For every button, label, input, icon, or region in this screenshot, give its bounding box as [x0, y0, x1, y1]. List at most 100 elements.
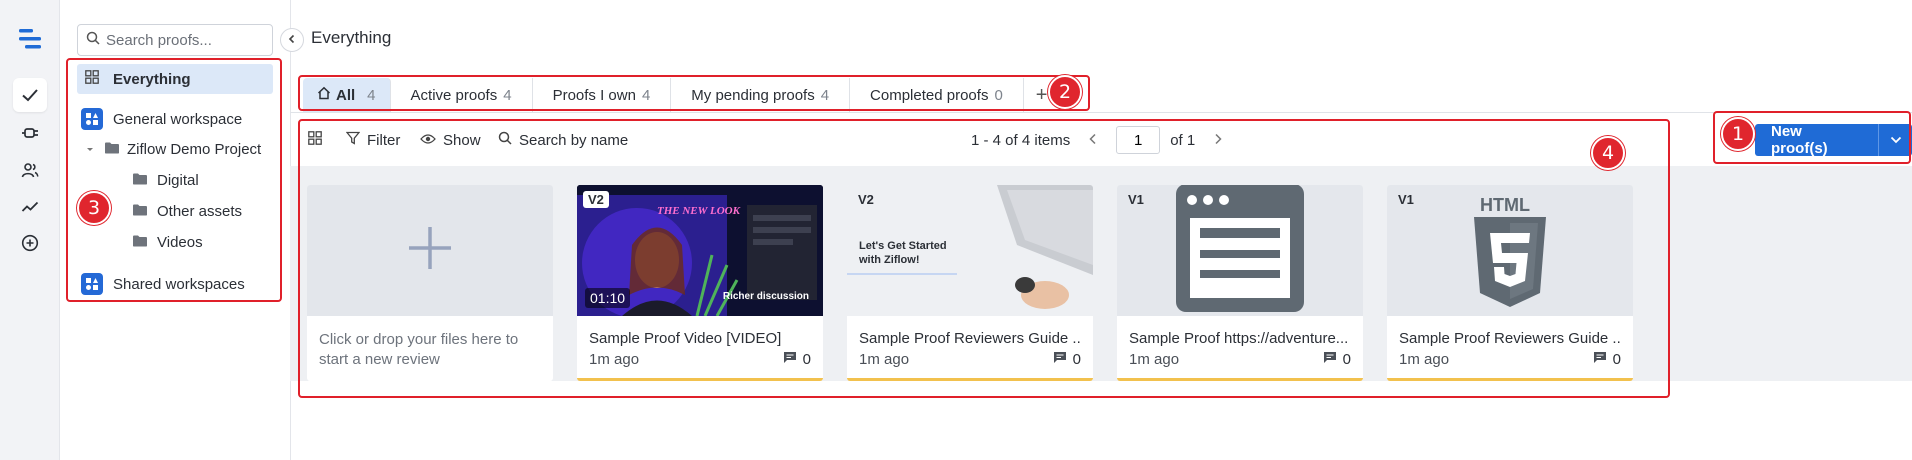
- upload-drop-zone[interactable]: Click or drop your files here to start a…: [307, 185, 553, 381]
- proof-thumbnail: V2 Let's Get Started with Ziflow!: [847, 185, 1093, 316]
- sidebar-item-project[interactable]: Ziflow Demo Project: [85, 141, 261, 158]
- annotation-marker-1: 1: [1721, 117, 1755, 151]
- sidebar-item-general-workspace[interactable]: General workspace: [81, 108, 242, 130]
- chevron-left-icon: [287, 31, 297, 49]
- tab-label: My pending proofs: [691, 86, 815, 104]
- view-toggle-button[interactable]: [308, 124, 322, 156]
- check-icon[interactable]: [13, 78, 47, 112]
- sidebar-item-label: Ziflow Demo Project: [127, 141, 262, 158]
- plug-icon[interactable]: [13, 116, 47, 150]
- chevron-down-icon[interactable]: [85, 141, 95, 158]
- html-label: HTML: [1480, 195, 1530, 215]
- new-proof-dropdown-button[interactable]: [1878, 124, 1912, 156]
- folder-icon: [133, 203, 147, 220]
- sidebar-item-label: Shared workspaces: [113, 275, 245, 293]
- tab-count: 4: [820, 86, 830, 104]
- tab-count: 0: [994, 86, 1003, 104]
- comment-number: 0: [1072, 351, 1081, 368]
- sidebar-item-label: Other assets: [157, 203, 243, 220]
- proof-thumbnail: V2 THE NEW LOOK 01:10 Richer discussion: [577, 185, 823, 316]
- html5-icon: [1474, 217, 1546, 312]
- logo-icon[interactable]: [13, 22, 47, 56]
- proof-thumbnail: V1: [1117, 185, 1363, 316]
- folder-icon: [133, 234, 147, 251]
- tab-my-pending-proofs[interactable]: My pending proofs 4: [671, 78, 851, 112]
- sidebar-item-shared-workspaces[interactable]: Shared workspaces: [81, 273, 245, 295]
- folder-icon: [133, 172, 147, 189]
- comment-number: 0: [1342, 351, 1351, 368]
- page-total: of 1: [1170, 131, 1196, 149]
- comment-count[interactable]: 0: [1593, 351, 1621, 368]
- next-page-icon[interactable]: [1213, 132, 1223, 149]
- grid-icon: [85, 70, 99, 88]
- version-badge: V2: [858, 192, 874, 207]
- proof-card[interactable]: HTML V1 Sample Proof Reviewers Guide ...…: [1387, 185, 1633, 381]
- upload-thumb: [307, 185, 553, 316]
- thumb-headline: THE NEW LOOK: [657, 205, 740, 217]
- sidebar: Everything General workspace Ziflow Demo…: [61, 0, 291, 460]
- users-icon[interactable]: [13, 153, 47, 187]
- status-bar: [1387, 378, 1633, 381]
- comment-icon: [783, 351, 797, 368]
- tab-label: Proofs I own: [552, 86, 636, 104]
- prev-page-icon[interactable]: [1088, 132, 1098, 149]
- proof-name[interactable]: Sample Proof Reviewers Guide ...: [1399, 330, 1621, 347]
- search-box[interactable]: [77, 24, 273, 56]
- page-title: Everything: [311, 28, 392, 47]
- sidebar-item-other-assets[interactable]: Other assets: [133, 203, 242, 220]
- website-icon: [1176, 185, 1304, 316]
- left-rail: [0, 0, 60, 460]
- show-button[interactable]: Show: [420, 124, 481, 156]
- chevron-down-icon: [1890, 131, 1902, 149]
- search-input[interactable]: [106, 31, 266, 49]
- tab-count: 4: [641, 86, 651, 104]
- proof-card[interactable]: V2 THE NEW LOOK 01:10 Richer discussion …: [577, 185, 823, 381]
- sidebar-item-digital[interactable]: Digital: [133, 172, 199, 189]
- collapse-sidebar-button[interactable]: [280, 28, 304, 52]
- proof-name[interactable]: Sample Proof Video [VIDEO]: [589, 330, 811, 347]
- comment-count[interactable]: 0: [1053, 351, 1081, 368]
- new-proof-button[interactable]: New proof(s): [1755, 123, 1879, 157]
- proof-name[interactable]: Sample Proof https://adventure...: [1129, 330, 1351, 347]
- sidebar-item-label: General workspace: [113, 110, 243, 128]
- tab-all[interactable]: All 4: [303, 78, 391, 112]
- comment-icon: [1593, 351, 1607, 368]
- new-proof-button-group: New proof(s): [1755, 123, 1912, 157]
- sidebar-item-everything[interactable]: Everything: [77, 64, 273, 94]
- comment-number: 0: [802, 351, 811, 368]
- tabs-divider: [290, 112, 1912, 113]
- upload-hint: Click or drop your files here to start a…: [319, 331, 519, 368]
- sidebar-item-videos[interactable]: Videos: [133, 234, 203, 251]
- sidebar-item-label: Digital: [157, 172, 199, 189]
- thumb-text: Let's Get Started with Ziflow!: [859, 240, 947, 266]
- toolbar: Filter Show Search by name 1 - 4 of 4 it…: [303, 124, 1663, 156]
- item-range: 1 - 4 of 4 items: [971, 131, 1071, 149]
- add-circle-icon[interactable]: [13, 226, 47, 260]
- pagination: 1 - 4 of 4 items of 1: [971, 124, 1223, 156]
- tab-bar: All 4 Active proofs 4 Proofs I own 4 My pe…: [303, 78, 1059, 112]
- filter-button[interactable]: Filter: [345, 124, 400, 156]
- proof-name[interactable]: Sample Proof Reviewers Guide ...: [859, 330, 1081, 347]
- sidebar-item-label: Videos: [157, 234, 203, 251]
- proof-thumbnail: HTML V1: [1387, 185, 1633, 316]
- comment-count[interactable]: 0: [783, 351, 811, 368]
- plus-icon: [407, 225, 453, 276]
- home-icon: [317, 86, 331, 104]
- tab-completed-proofs[interactable]: Completed proofs 0: [850, 78, 1024, 112]
- search-by-name[interactable]: Search by name: [498, 124, 628, 156]
- activity-icon[interactable]: [13, 190, 47, 224]
- tab-active-proofs[interactable]: Active proofs 4: [391, 78, 533, 112]
- comment-icon: [1323, 351, 1337, 368]
- plus-icon: +: [1035, 83, 1048, 106]
- status-bar: [577, 378, 823, 381]
- tab-label: All: [336, 86, 356, 104]
- tab-proofs-i-own[interactable]: Proofs I own 4: [533, 78, 672, 112]
- page-number-input[interactable]: [1116, 126, 1161, 154]
- proof-card[interactable]: V1 Sample Proof https://adventure... 1m …: [1117, 185, 1363, 381]
- comment-count[interactable]: 0: [1323, 351, 1351, 368]
- search-icon: [86, 31, 100, 50]
- thumb-caption: Richer discussion: [722, 291, 809, 302]
- proof-card[interactable]: V2 Let's Get Started with Ziflow! Sample…: [847, 185, 1093, 381]
- annotation-marker-2: 2: [1048, 75, 1082, 109]
- version-badge: V2: [583, 191, 609, 208]
